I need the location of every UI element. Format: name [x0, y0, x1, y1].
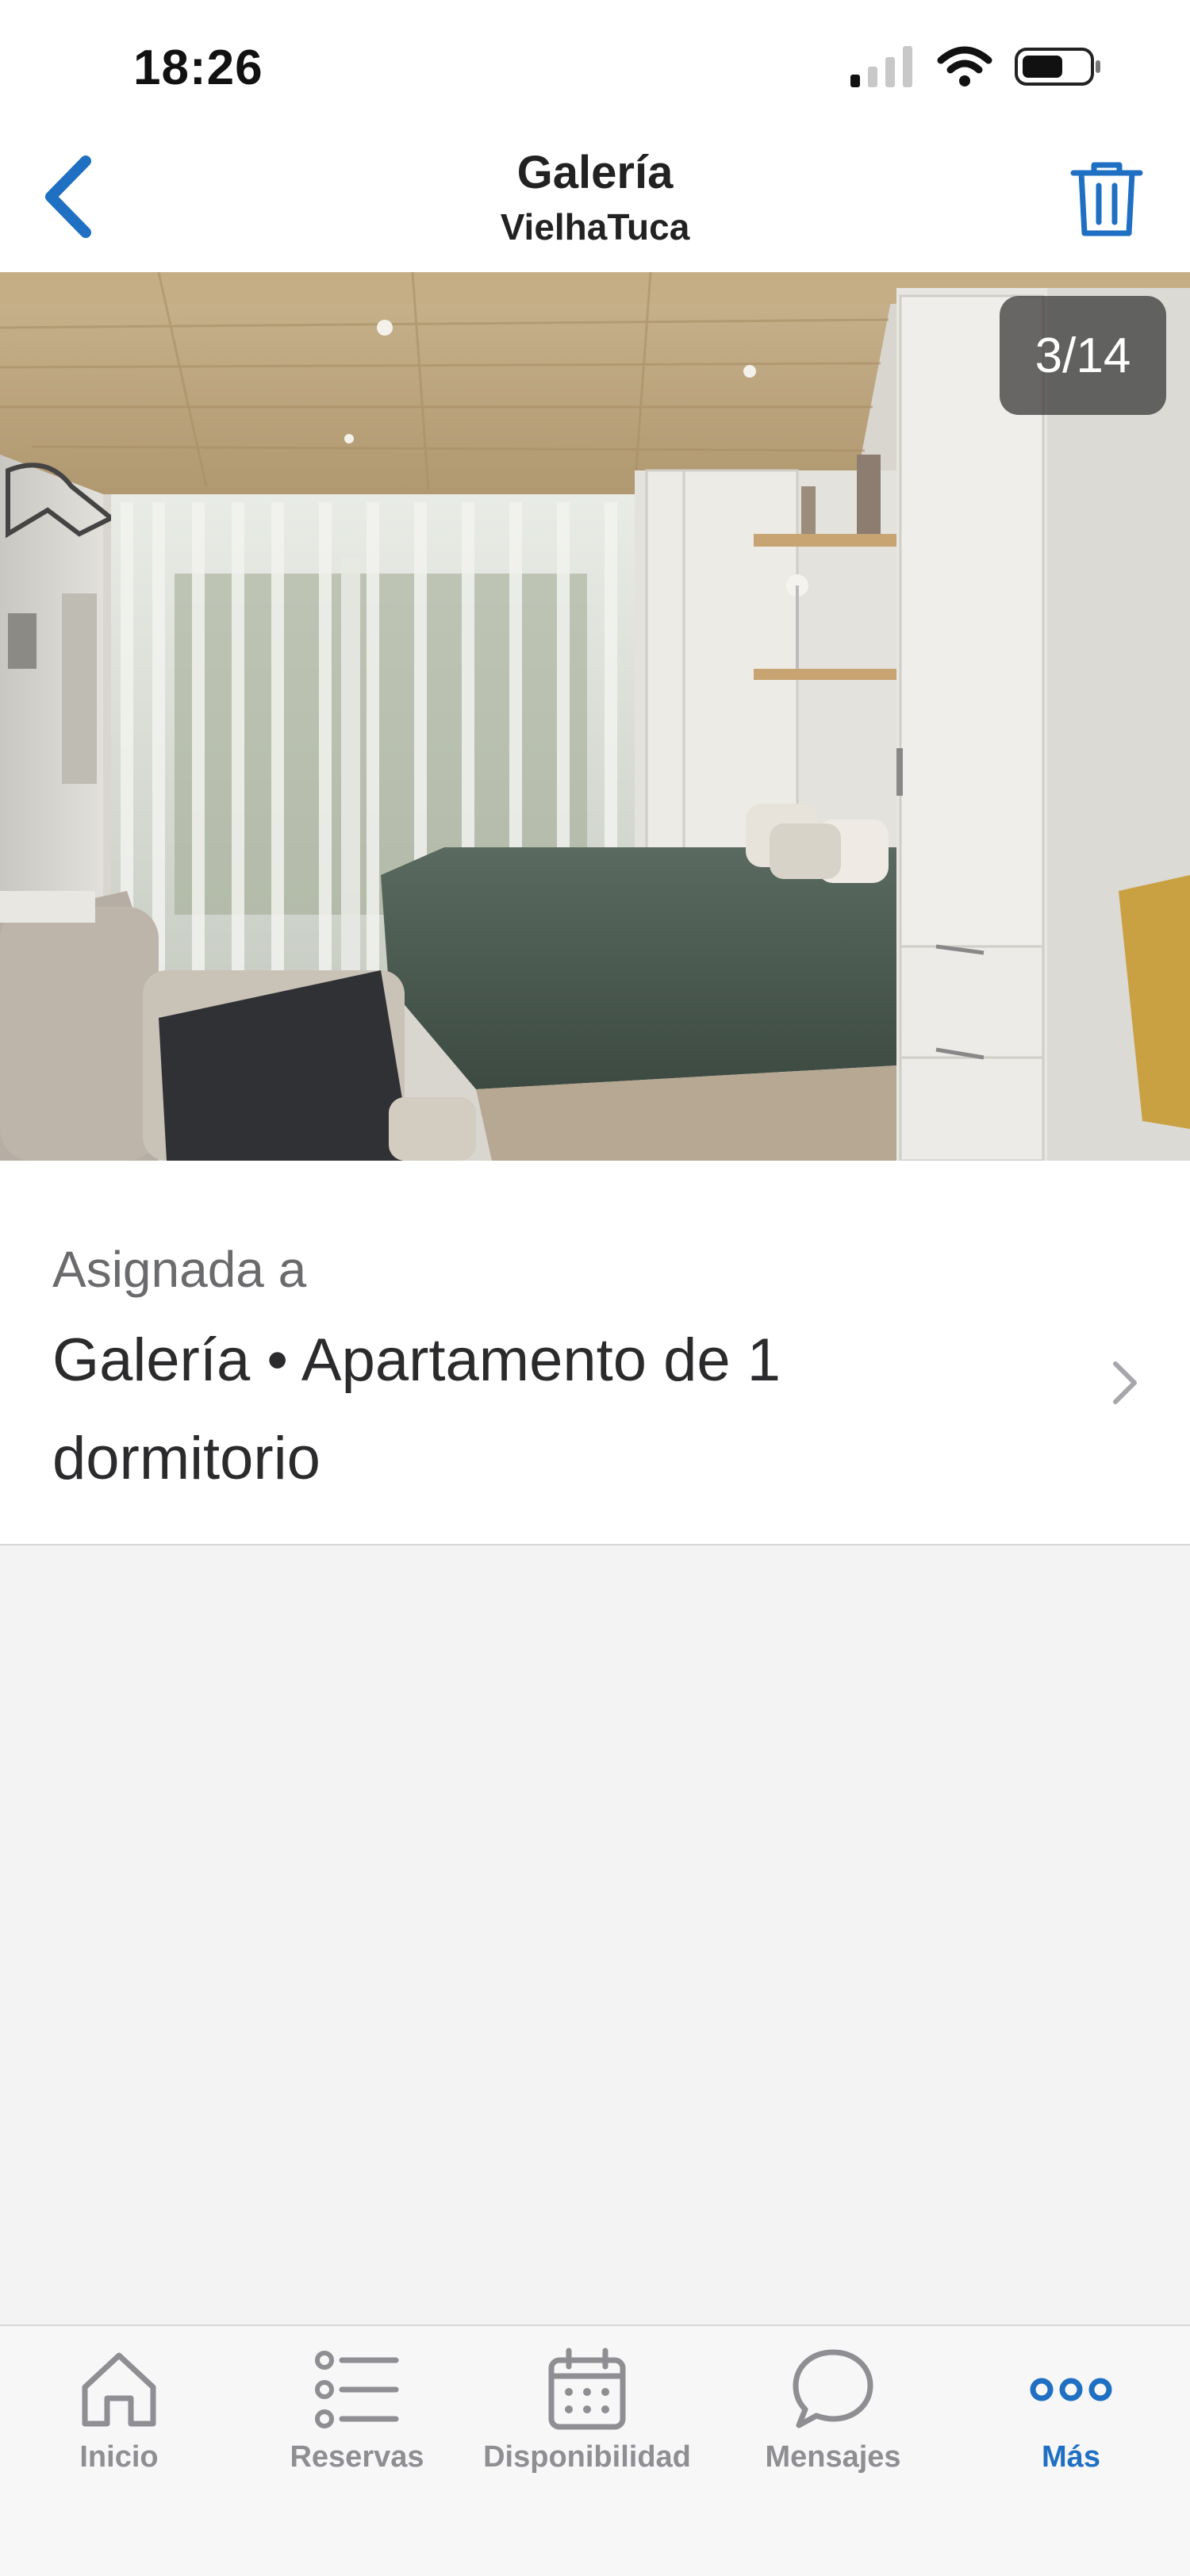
- home-icon: [75, 2342, 163, 2437]
- assigned-to-row[interactable]: Asignada a Galería • Apartamento de 1 do…: [0, 1161, 1190, 1545]
- assigned-to-value: Galería • Apartamento de 1 dormitorio: [52, 1326, 781, 1492]
- status-bar: 18:26: [0, 0, 1190, 139]
- tab-label-disponibilidad: Disponibilidad: [483, 2440, 691, 2474]
- list-icon: [313, 2342, 401, 2437]
- tab-inicio[interactable]: Inicio: [0, 2342, 238, 2501]
- tab-bar: Inicio Reservas Disponibilidad Mensajes …: [0, 2325, 1190, 2576]
- status-time: 18:26: [133, 40, 263, 95]
- assigned-to-label: Asignada a: [52, 1241, 307, 1298]
- tab-label-mensajes: Mensajes: [765, 2440, 901, 2474]
- photo-counter: 3/14: [1000, 296, 1166, 415]
- chevron-right-icon: [1109, 1359, 1141, 1407]
- tab-disponibilidad[interactable]: Disponibilidad: [468, 2342, 706, 2501]
- gallery-photo[interactable]: 3/14: [0, 272, 1190, 1161]
- wifi-icon: [936, 46, 993, 91]
- title-block: Galería VielhaTuca: [0, 145, 1190, 250]
- page-subtitle: VielhaTuca: [500, 206, 690, 248]
- tab-mensajes[interactable]: Mensajes: [714, 2342, 952, 2501]
- tab-mas[interactable]: Más: [952, 2342, 1190, 2501]
- tab-reservas[interactable]: Reservas: [238, 2342, 476, 2501]
- more-dots-icon: [1027, 2342, 1115, 2437]
- nav-header: Galería VielhaTuca: [0, 139, 1190, 272]
- tab-label-inicio: Inicio: [79, 2440, 159, 2474]
- trash-icon: [1070, 159, 1143, 242]
- cellular-signal-icon: [850, 46, 916, 91]
- page-title: Galería: [516, 147, 674, 198]
- tab-label-reservas: Reservas: [290, 2440, 424, 2474]
- delete-button[interactable]: [1063, 156, 1150, 244]
- status-icons: [850, 46, 1103, 91]
- chat-bubble-icon: [789, 2342, 877, 2437]
- tab-label-mas: Más: [1042, 2440, 1100, 2474]
- battery-icon: [1014, 46, 1103, 91]
- calendar-icon: [543, 2342, 631, 2437]
